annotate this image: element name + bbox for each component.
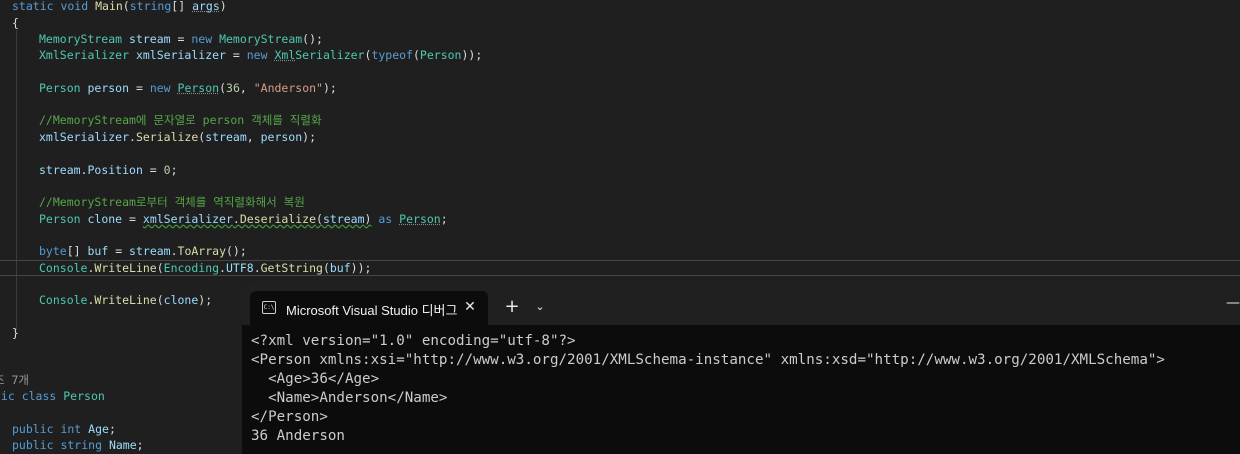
tab-title: Microsoft Visual Studio 디버그	[286, 303, 458, 318]
debug-console-window[interactable]: C:\ Microsoft Visual Studio 디버그 ✕ + ⌄ — …	[242, 283, 1240, 454]
console-icon: C:\	[262, 301, 276, 314]
minimize-button[interactable]: —	[1226, 296, 1240, 310]
console-output-line: <?xml version="1.0" encoding="utf-8"?>	[251, 333, 576, 349]
code-line[interactable]: Person person = new Person(36, "Anderson…	[39, 80, 337, 96]
indent-guide	[16, 30, 17, 330]
code-line[interactable]: lic class Person	[0, 388, 105, 404]
code-line[interactable]: Console.WriteLine(Encoding.UTF8.GetStrin…	[39, 260, 371, 276]
code-line[interactable]: Console.WriteLine(clone);	[39, 292, 212, 308]
code-line[interactable]: Person clone = xmlSerializer.Deserialize…	[39, 211, 448, 227]
code-comment[interactable]: //MemoryStream에 문자열로 person 객체를 직렬화	[39, 112, 322, 128]
console-output-line: <Age>36</Age>	[251, 371, 380, 387]
code-line[interactable]: }	[12, 325, 19, 341]
code-line[interactable]: {	[12, 15, 19, 31]
console-output-line: <Person xmlns:xsi="http://www.w3.org/200…	[251, 352, 1165, 368]
code-line[interactable]: xmlSerializer.Serialize(stream, person);	[39, 129, 316, 145]
terminal-tab-bar: C:\ Microsoft Visual Studio 디버그 ✕ + ⌄ —	[242, 283, 1240, 325]
code-line[interactable]: MemoryStream stream = new MemoryStream()…	[39, 31, 323, 47]
terminal-tab[interactable]: C:\ Microsoft Visual Studio 디버그 ✕	[250, 291, 488, 325]
chevron-down-icon[interactable]: ⌄	[532, 299, 548, 315]
code-line[interactable]: stream.Position = 0;	[39, 162, 178, 178]
code-line[interactable]: byte[] buf = stream.ToArray();	[39, 243, 247, 259]
code-line[interactable]: public string Name;	[12, 437, 144, 453]
console-output-line: 36 Anderson	[251, 428, 345, 444]
console-output-line: <Name>Anderson</Name>	[251, 390, 448, 406]
references-codelens[interactable]: 조 7개	[0, 372, 29, 388]
code-line[interactable]: static void Main(string[] args)	[12, 0, 227, 14]
close-tab-icon[interactable]: ✕	[462, 298, 478, 316]
code-line[interactable]: XmlSerializer xmlSerializer = new XmlSer…	[39, 47, 482, 63]
code-comment[interactable]: //MemoryStream로부터 객체를 역직렬화해서 복원	[39, 194, 305, 210]
code-line[interactable]: public int Age;	[12, 421, 116, 437]
new-tab-button[interactable]: +	[502, 297, 522, 317]
console-output-line: </Person>	[251, 409, 328, 425]
